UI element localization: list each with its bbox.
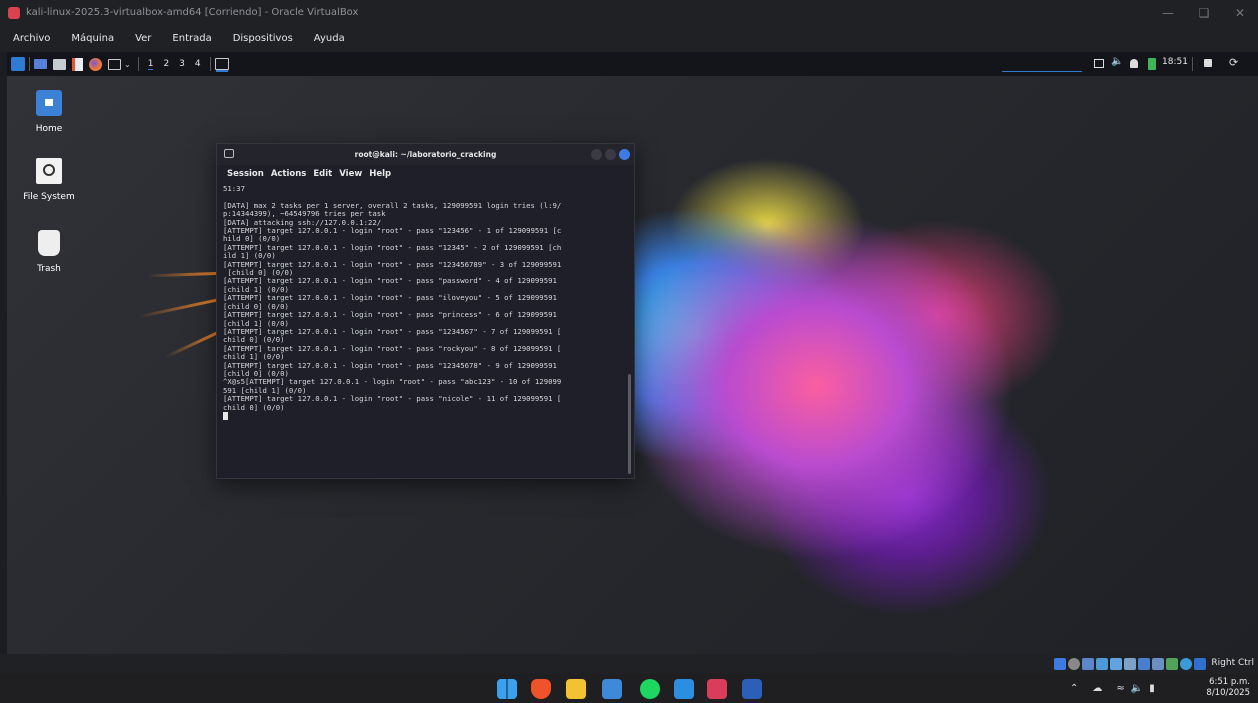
wifi-icon[interactable]: ≈ — [1116, 683, 1124, 694]
spotify-icon[interactable] — [640, 679, 660, 699]
display-icon[interactable] — [1094, 59, 1104, 68]
terminal-text: 51:37 [DATA] max 2 tasks per 1 server, o… — [223, 184, 562, 412]
terminal-launcher-icon[interactable] — [108, 58, 121, 70]
terminal-cursor — [223, 411, 228, 420]
menu-help[interactable]: Help — [369, 169, 391, 179]
word-icon[interactable] — [742, 679, 762, 699]
battery-icon[interactable]: ▮ — [1149, 683, 1155, 694]
workspace-1[interactable]: 1 — [147, 59, 154, 70]
show-desktop-icon[interactable] — [34, 59, 47, 69]
chevron-up-icon[interactable]: ⌃ — [1070, 683, 1078, 694]
chevron-down-icon[interactable]: ⌄ — [124, 60, 131, 69]
menu-maquina[interactable]: Máquina — [71, 33, 114, 44]
shared-folder-icon[interactable] — [1124, 658, 1136, 670]
audio-icon[interactable] — [1082, 658, 1094, 670]
optical-drive-icon[interactable] — [1068, 658, 1080, 670]
panel-separator — [29, 57, 30, 71]
kali-vm-icon[interactable] — [707, 679, 727, 699]
speaker-icon[interactable]: 🔈 — [1131, 683, 1143, 694]
battery-icon[interactable] — [1148, 58, 1156, 70]
menu-archivo[interactable]: Archivo — [13, 33, 50, 44]
hard-disk-icon[interactable] — [1054, 658, 1066, 670]
terminal-window-button[interactable] — [214, 58, 229, 70]
lock-icon[interactable] — [1204, 59, 1212, 67]
usb-icon[interactable] — [1110, 658, 1122, 670]
terminal-window[interactable]: root@kali: ~/laboratorio_cracking Sessio… — [216, 143, 635, 479]
menu-actions[interactable]: Actions — [271, 169, 307, 179]
minimize-icon[interactable] — [591, 149, 602, 160]
workspace-2[interactable]: 2 — [163, 59, 169, 69]
file-explorer-icon[interactable] — [566, 679, 586, 699]
recording-icon[interactable] — [1152, 658, 1164, 670]
panel-separator — [1192, 57, 1193, 71]
network-icon[interactable] — [1096, 658, 1108, 670]
maximize-icon[interactable]: ❏ — [1186, 0, 1222, 25]
trash-icon — [38, 230, 60, 256]
terminal-icon — [224, 149, 234, 158]
cpu-graph — [1002, 58, 1082, 72]
brave-browser-icon[interactable] — [531, 679, 551, 699]
windows-taskbar: ⌃ ☁ ≈ 🔈 ▮ 6:51 p.m. 8/10/2025 — [0, 674, 1258, 703]
kali-menu-icon[interactable] — [11, 57, 25, 71]
logout-icon[interactable]: ⟳ — [1229, 56, 1238, 69]
workspace-3[interactable]: 3 — [179, 59, 185, 69]
terminal-output[interactable]: 51:37 [DATA] max 2 tasks per 1 server, o… — [217, 182, 634, 422]
terminal-title: root@kali: ~/laboratorio_cracking — [354, 150, 497, 159]
close-icon[interactable]: ✕ — [1222, 0, 1258, 25]
display-icon[interactable] — [1138, 658, 1150, 670]
file-manager-icon[interactable] — [53, 58, 66, 70]
terminal-scrollbar[interactable] — [628, 374, 631, 474]
vbox-menu-bar: Archivo Máquina Ver Entrada Dispositivos… — [0, 25, 1258, 52]
text-editor-icon[interactable] — [72, 57, 83, 71]
workspace-4[interactable]: 4 — [195, 59, 201, 69]
vbox-window-title: kali-linux-2025.3-virtualbox-amd64 [Corr… — [26, 7, 359, 18]
desktop-icon-label: File System — [23, 192, 75, 202]
kali-top-panel: ⌄ 1 2 3 4 🔈 18:51 ⟳ — [7, 52, 1258, 76]
host-key-label: Right Ctrl — [1211, 658, 1254, 668]
terminal-title-bar[interactable]: root@kali: ~/laboratorio_cracking — [217, 144, 634, 165]
onedrive-icon[interactable]: ☁ — [1092, 683, 1102, 694]
minimize-icon[interactable]: — — [1150, 0, 1186, 25]
menu-dispositivos[interactable]: Dispositivos — [233, 33, 293, 44]
close-icon[interactable] — [619, 149, 630, 160]
vbox-status-icons — [1052, 658, 1206, 670]
vbox-status-bar: Right Ctrl — [0, 654, 1258, 674]
drive-icon — [36, 158, 62, 184]
wallpaper-swoosh — [137, 296, 227, 319]
menu-ver[interactable]: Ver — [135, 33, 151, 44]
desktop-icon-label: Home — [35, 124, 63, 134]
desktop-icon-file-system[interactable]: File System — [22, 158, 76, 202]
taskbar-date: 8/10/2025 — [1206, 688, 1250, 698]
vscode-icon[interactable] — [674, 679, 694, 699]
menu-session[interactable]: Session — [227, 169, 264, 179]
system-tray: ⌃ ☁ ≈ 🔈 ▮ — [1070, 674, 1155, 703]
taskbar-time: 6:51 p.m. — [1209, 677, 1250, 687]
vbox-title-bar: kali-linux-2025.3-virtualbox-amd64 [Corr… — [0, 0, 1258, 25]
notification-bell-icon[interactable] — [1130, 59, 1138, 68]
panel-separator — [209, 57, 211, 71]
terminal-menu-bar: Session Actions Edit View Help — [217, 165, 634, 182]
cpu-icon[interactable] — [1166, 658, 1178, 670]
desktop-icon-label: Trash — [37, 264, 61, 274]
firefox-icon[interactable] — [89, 57, 102, 71]
panel-separator — [137, 57, 139, 71]
desktop-icon-home[interactable]: Home — [22, 90, 76, 134]
menu-view[interactable]: View — [339, 169, 362, 179]
virtualbox-logo-icon — [8, 6, 20, 19]
desktop-icon-trash[interactable]: Trash — [22, 230, 76, 274]
menu-ayuda[interactable]: Ayuda — [314, 33, 345, 44]
volume-icon[interactable]: 🔈 — [1111, 56, 1123, 67]
mouse-integration-icon[interactable] — [1180, 658, 1192, 670]
virtualbox-app-icon[interactable] — [602, 679, 622, 699]
panel-clock[interactable]: 18:51 — [1162, 57, 1188, 67]
menu-edit[interactable]: Edit — [313, 169, 332, 179]
home-folder-icon — [36, 90, 62, 116]
windows-start-icon[interactable] — [497, 679, 517, 699]
maximize-icon[interactable] — [605, 149, 616, 160]
menu-entrada[interactable]: Entrada — [172, 33, 211, 44]
taskbar-clock[interactable]: 6:51 p.m. 8/10/2025 — [1206, 677, 1250, 699]
keyboard-capture-icon[interactable] — [1194, 658, 1206, 670]
